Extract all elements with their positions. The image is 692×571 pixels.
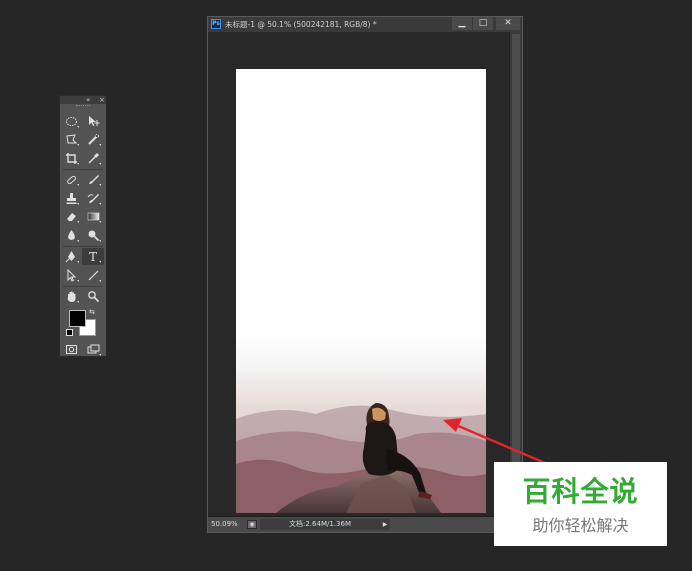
collapse-icon[interactable]: «: [86, 94, 90, 106]
tools-divider: [63, 245, 103, 247]
path-selection-tool-icon[interactable]: [60, 267, 82, 284]
tools-panel-header[interactable]: « ×: [60, 96, 106, 104]
document-titlebar[interactable]: Ps 未标题-1 @ 50.1% (500242181, RGB/8) * ▁ …: [208, 17, 522, 33]
tools-divider: [63, 285, 103, 287]
line-tool-icon[interactable]: [82, 267, 104, 284]
screen-mode-icon[interactable]: [82, 341, 104, 358]
zoom-tool-icon[interactable]: [82, 288, 104, 305]
watermark-subtitle: 助你轻松解决: [532, 516, 629, 535]
dodge-tool-icon[interactable]: [82, 227, 104, 244]
quick-select-tool-icon[interactable]: [82, 131, 104, 148]
lasso-tool-icon[interactable]: [60, 131, 82, 148]
status-menu-arrow-icon[interactable]: ▶: [380, 519, 390, 530]
foreground-color-swatch[interactable]: [69, 310, 86, 327]
tools-divider: [63, 168, 103, 170]
watermark-logo: 百科全说 助你轻松解决: [494, 462, 667, 546]
eyedropper-tool-icon[interactable]: [82, 150, 104, 167]
clone-stamp-tool-icon[interactable]: [60, 190, 82, 207]
swap-colors-icon[interactable]: ⇆: [89, 308, 95, 316]
watermark-title: 百科全说: [522, 475, 639, 508]
type-tool-icon[interactable]: T: [82, 248, 104, 266]
canvas-area[interactable]: [208, 32, 510, 516]
photoshop-icon: Ps: [211, 19, 221, 29]
panel-close-icon[interactable]: ×: [99, 94, 105, 106]
crop-tool-icon[interactable]: [60, 150, 82, 167]
gradient-tool-icon[interactable]: [82, 208, 104, 225]
document-title: 未标题-1 @ 50.1% (500242181, RGB/8) *: [225, 20, 377, 29]
hand-tool-icon[interactable]: [60, 288, 82, 305]
default-colors-icon[interactable]: [66, 329, 73, 336]
pen-tool-icon[interactable]: [60, 248, 82, 265]
quick-mask-icon[interactable]: [60, 341, 82, 358]
vertical-scrollbar[interactable]: [509, 32, 522, 516]
blur-tool-icon[interactable]: [60, 227, 82, 244]
export-icon[interactable]: ◉: [247, 520, 257, 529]
tools-panel: « × T ⇆: [59, 95, 107, 357]
document-size-info[interactable]: 文档:2.64M/1.36M: [260, 519, 380, 530]
eraser-tool-icon[interactable]: [60, 208, 82, 225]
maximize-button[interactable]: □: [473, 17, 493, 30]
photo-layer: [236, 69, 486, 513]
status-bar: 50.09% ◉ 文档:2.64M/1.36M ▶: [208, 516, 522, 532]
history-brush-tool-icon[interactable]: [82, 190, 104, 207]
zoom-level[interactable]: 50.09%: [211, 520, 238, 529]
minimize-button[interactable]: ▁: [452, 17, 472, 30]
close-button[interactable]: ✕: [496, 17, 520, 30]
document-canvas[interactable]: [236, 69, 486, 513]
healing-brush-tool-icon[interactable]: [60, 171, 82, 188]
scrollbar-thumb[interactable]: [512, 34, 520, 514]
move-tool-icon[interactable]: [82, 113, 104, 130]
document-window: Ps 未标题-1 @ 50.1% (500242181, RGB/8) * ▁ …: [207, 16, 523, 533]
brush-tool-icon[interactable]: [82, 171, 104, 188]
marquee-tool-icon[interactable]: [60, 113, 82, 130]
color-swatches: ⇆: [60, 306, 106, 340]
